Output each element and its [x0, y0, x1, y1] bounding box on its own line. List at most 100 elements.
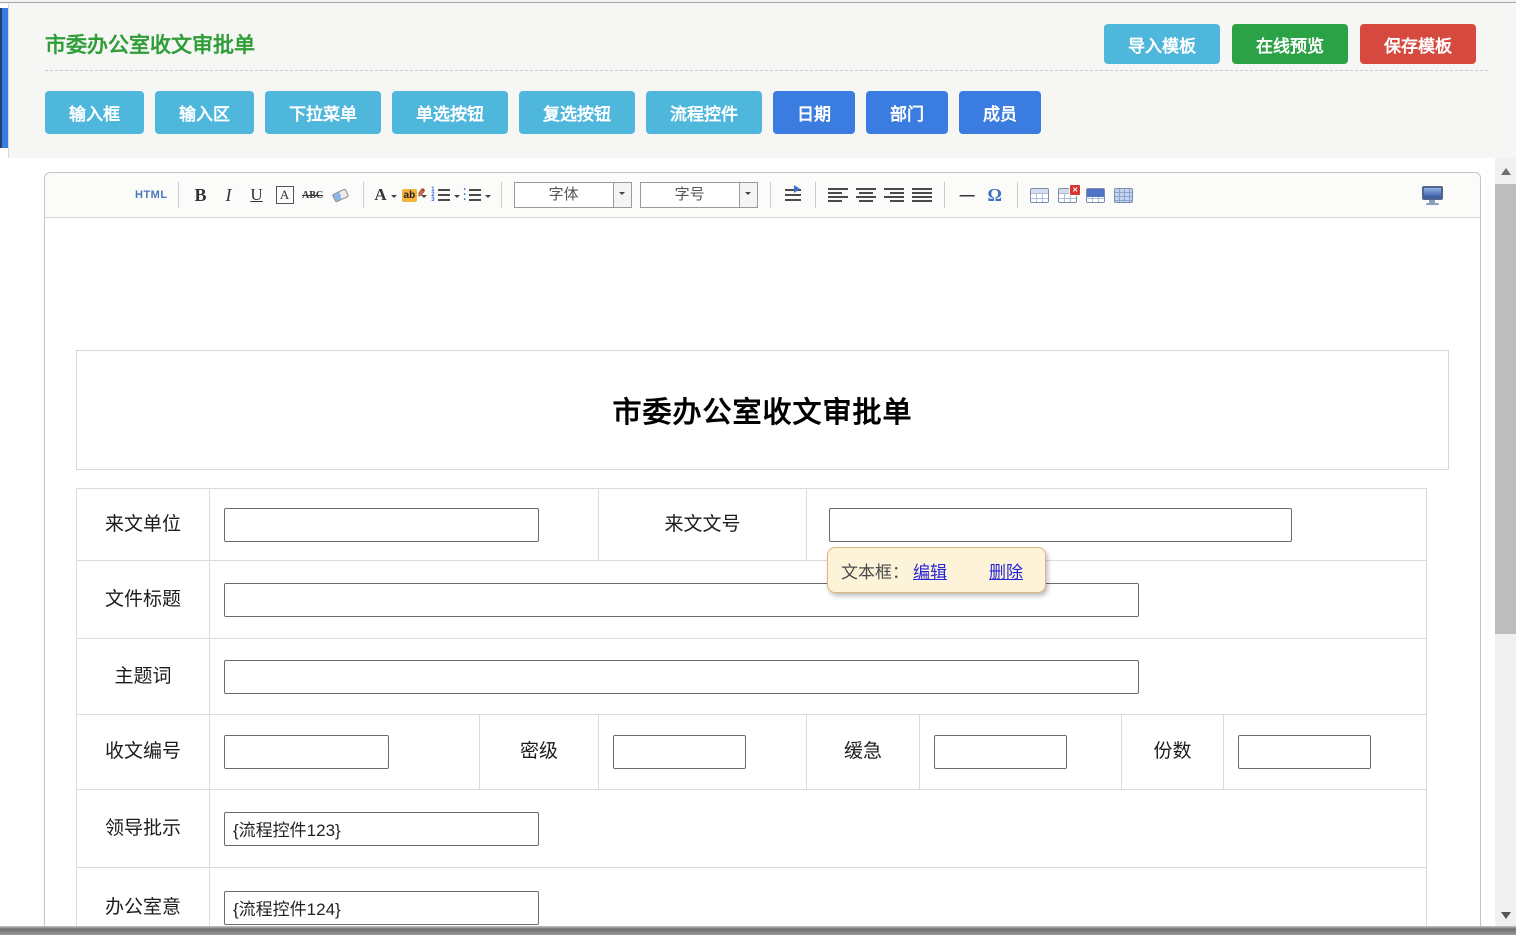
- font-family-select[interactable]: 字体: [514, 182, 632, 208]
- monitor-base: [1426, 203, 1439, 205]
- bold-button[interactable]: B: [189, 182, 213, 208]
- fullscreen-button[interactable]: [1420, 182, 1444, 208]
- vertical-scrollbar[interactable]: [1495, 158, 1516, 928]
- scroll-down-button[interactable]: [1495, 906, 1516, 926]
- component-button-radio[interactable]: 单选按钮: [392, 91, 508, 134]
- horizontal-rule-button[interactable]: —: [955, 182, 979, 208]
- font-size-select[interactable]: 字号: [640, 182, 758, 208]
- leader-instructions-cell: [210, 790, 1427, 868]
- italic-button[interactable]: I: [217, 182, 241, 208]
- eraser-icon: [332, 188, 349, 202]
- office-opinion-label: 办公室意: [77, 868, 210, 935]
- align-right-button[interactable]: [882, 182, 906, 208]
- leader-instructions-input[interactable]: [224, 812, 539, 846]
- align-left-button[interactable]: [826, 182, 850, 208]
- office-opinion-input[interactable]: [224, 891, 539, 925]
- unordered-list-button[interactable]: •••: [464, 182, 491, 208]
- table-grid-icon: [1114, 188, 1133, 203]
- table-properties-button[interactable]: [1112, 182, 1136, 208]
- copies-input[interactable]: [1238, 735, 1371, 769]
- special-character-button[interactable]: Ω: [983, 182, 1007, 208]
- table-row: 主题词: [77, 639, 1427, 715]
- highlight-color-button[interactable]: ab: [402, 182, 428, 208]
- incoming-doc-number-input[interactable]: [829, 508, 1292, 542]
- highlight-icon: ab: [402, 189, 418, 202]
- security-level-cell: [599, 715, 807, 790]
- delete-table-button[interactable]: [1056, 182, 1080, 208]
- incoming-doc-number-label: 来文文号: [599, 489, 807, 561]
- component-button-department[interactable]: 部门: [866, 91, 948, 134]
- component-button-dropdown[interactable]: 下拉菜单: [265, 91, 381, 134]
- table-header-button[interactable]: [1084, 182, 1108, 208]
- source-unit-cell: [210, 489, 599, 561]
- copies-cell: [1224, 715, 1427, 790]
- boxed-a-icon: A: [276, 186, 294, 204]
- component-button-input-box[interactable]: 输入框: [45, 91, 144, 134]
- delete-field-link[interactable]: 删除: [989, 558, 1023, 583]
- editor-content[interactable]: 市委办公室收文审批单 来文单位 来文文号 文件标题: [45, 350, 1480, 935]
- receipt-number-label: 收文编号: [77, 715, 210, 790]
- urgency-cell: [920, 715, 1122, 790]
- receipt-number-cell: [210, 715, 480, 790]
- select-arrow-button[interactable]: [739, 183, 757, 207]
- toolbar-separator: [815, 182, 816, 208]
- online-preview-button[interactable]: 在线预览: [1232, 24, 1348, 64]
- strikethrough-button[interactable]: ABC: [301, 182, 325, 208]
- character-style-button[interactable]: A: [273, 182, 297, 208]
- align-justify-icon: [912, 188, 932, 202]
- background-sidebar-sliver: [0, 8, 8, 148]
- table-row: 办公室意: [77, 868, 1427, 935]
- document-title-label: 文件标题: [77, 561, 210, 639]
- subject-words-label: 主题词: [77, 639, 210, 715]
- ordered-list-button[interactable]: 123: [431, 182, 459, 208]
- subject-words-input[interactable]: [224, 660, 1139, 694]
- table-row: 收文编号 密级 缓急 份数: [77, 715, 1427, 790]
- font-color-icon: A: [374, 185, 386, 205]
- approval-form-table: 来文单位 来文文号 文件标题 主题词: [76, 488, 1427, 935]
- align-justify-button[interactable]: [910, 182, 934, 208]
- edit-field-link[interactable]: 编辑: [913, 558, 947, 583]
- security-level-label: 密级: [480, 715, 599, 790]
- delete-table-icon: [1058, 188, 1077, 203]
- indent-button[interactable]: [781, 182, 805, 208]
- urgency-input[interactable]: [934, 735, 1067, 769]
- window-bottom-edge: [0, 926, 1516, 935]
- align-center-icon: [856, 188, 876, 202]
- html-source-button[interactable]: HTML: [135, 182, 168, 208]
- align-left-icon: [828, 188, 848, 202]
- align-center-button[interactable]: [854, 182, 878, 208]
- header-buttons: 导入模板 在线预览 保存模板: [1104, 24, 1476, 64]
- tooltip-field-type: 文本框：: [841, 558, 909, 583]
- insert-table-button[interactable]: [1028, 182, 1052, 208]
- page-title: 市委办公室收文审批单: [45, 29, 1104, 59]
- toolbar-separator: [770, 182, 771, 208]
- import-template-button[interactable]: 导入模板: [1104, 24, 1220, 64]
- underline-button[interactable]: U: [245, 182, 269, 208]
- component-button-checkbox[interactable]: 复选按钮: [519, 91, 635, 134]
- scroll-up-button[interactable]: [1495, 160, 1516, 180]
- monitor-icon: [1422, 186, 1443, 200]
- table-row: 文件标题: [77, 561, 1427, 639]
- header-row: 市委办公室收文审批单 导入模板 在线预览 保存模板: [9, 4, 1516, 68]
- ordered-list-icon: 123: [431, 188, 449, 202]
- select-arrow-button[interactable]: [613, 183, 631, 207]
- source-unit-input[interactable]: [224, 508, 539, 542]
- security-level-input[interactable]: [613, 735, 746, 769]
- component-button-input-area[interactable]: 输入区: [155, 91, 254, 134]
- component-button-date[interactable]: 日期: [773, 91, 855, 134]
- remove-format-button[interactable]: [329, 182, 353, 208]
- receipt-number-input[interactable]: [224, 735, 389, 769]
- align-right-icon: [884, 188, 904, 202]
- font-color-button[interactable]: A: [374, 182, 398, 208]
- toolbar-separator: [178, 182, 179, 208]
- table-header-icon: [1086, 188, 1105, 203]
- caret-down-icon: [454, 195, 460, 201]
- editor-toolbar: HTML B I U A ABC A ab 123 ••• 字体 字号: [45, 173, 1480, 218]
- component-button-member[interactable]: 成员: [959, 91, 1041, 134]
- toolbar-separator: [1017, 182, 1018, 208]
- font-family-value: 字体: [515, 183, 613, 207]
- background-page-sliver: [0, 4, 8, 935]
- save-template-button[interactable]: 保存模板: [1360, 24, 1476, 64]
- scrollbar-thumb[interactable]: [1495, 184, 1516, 634]
- component-button-flow-control[interactable]: 流程控件: [646, 91, 762, 134]
